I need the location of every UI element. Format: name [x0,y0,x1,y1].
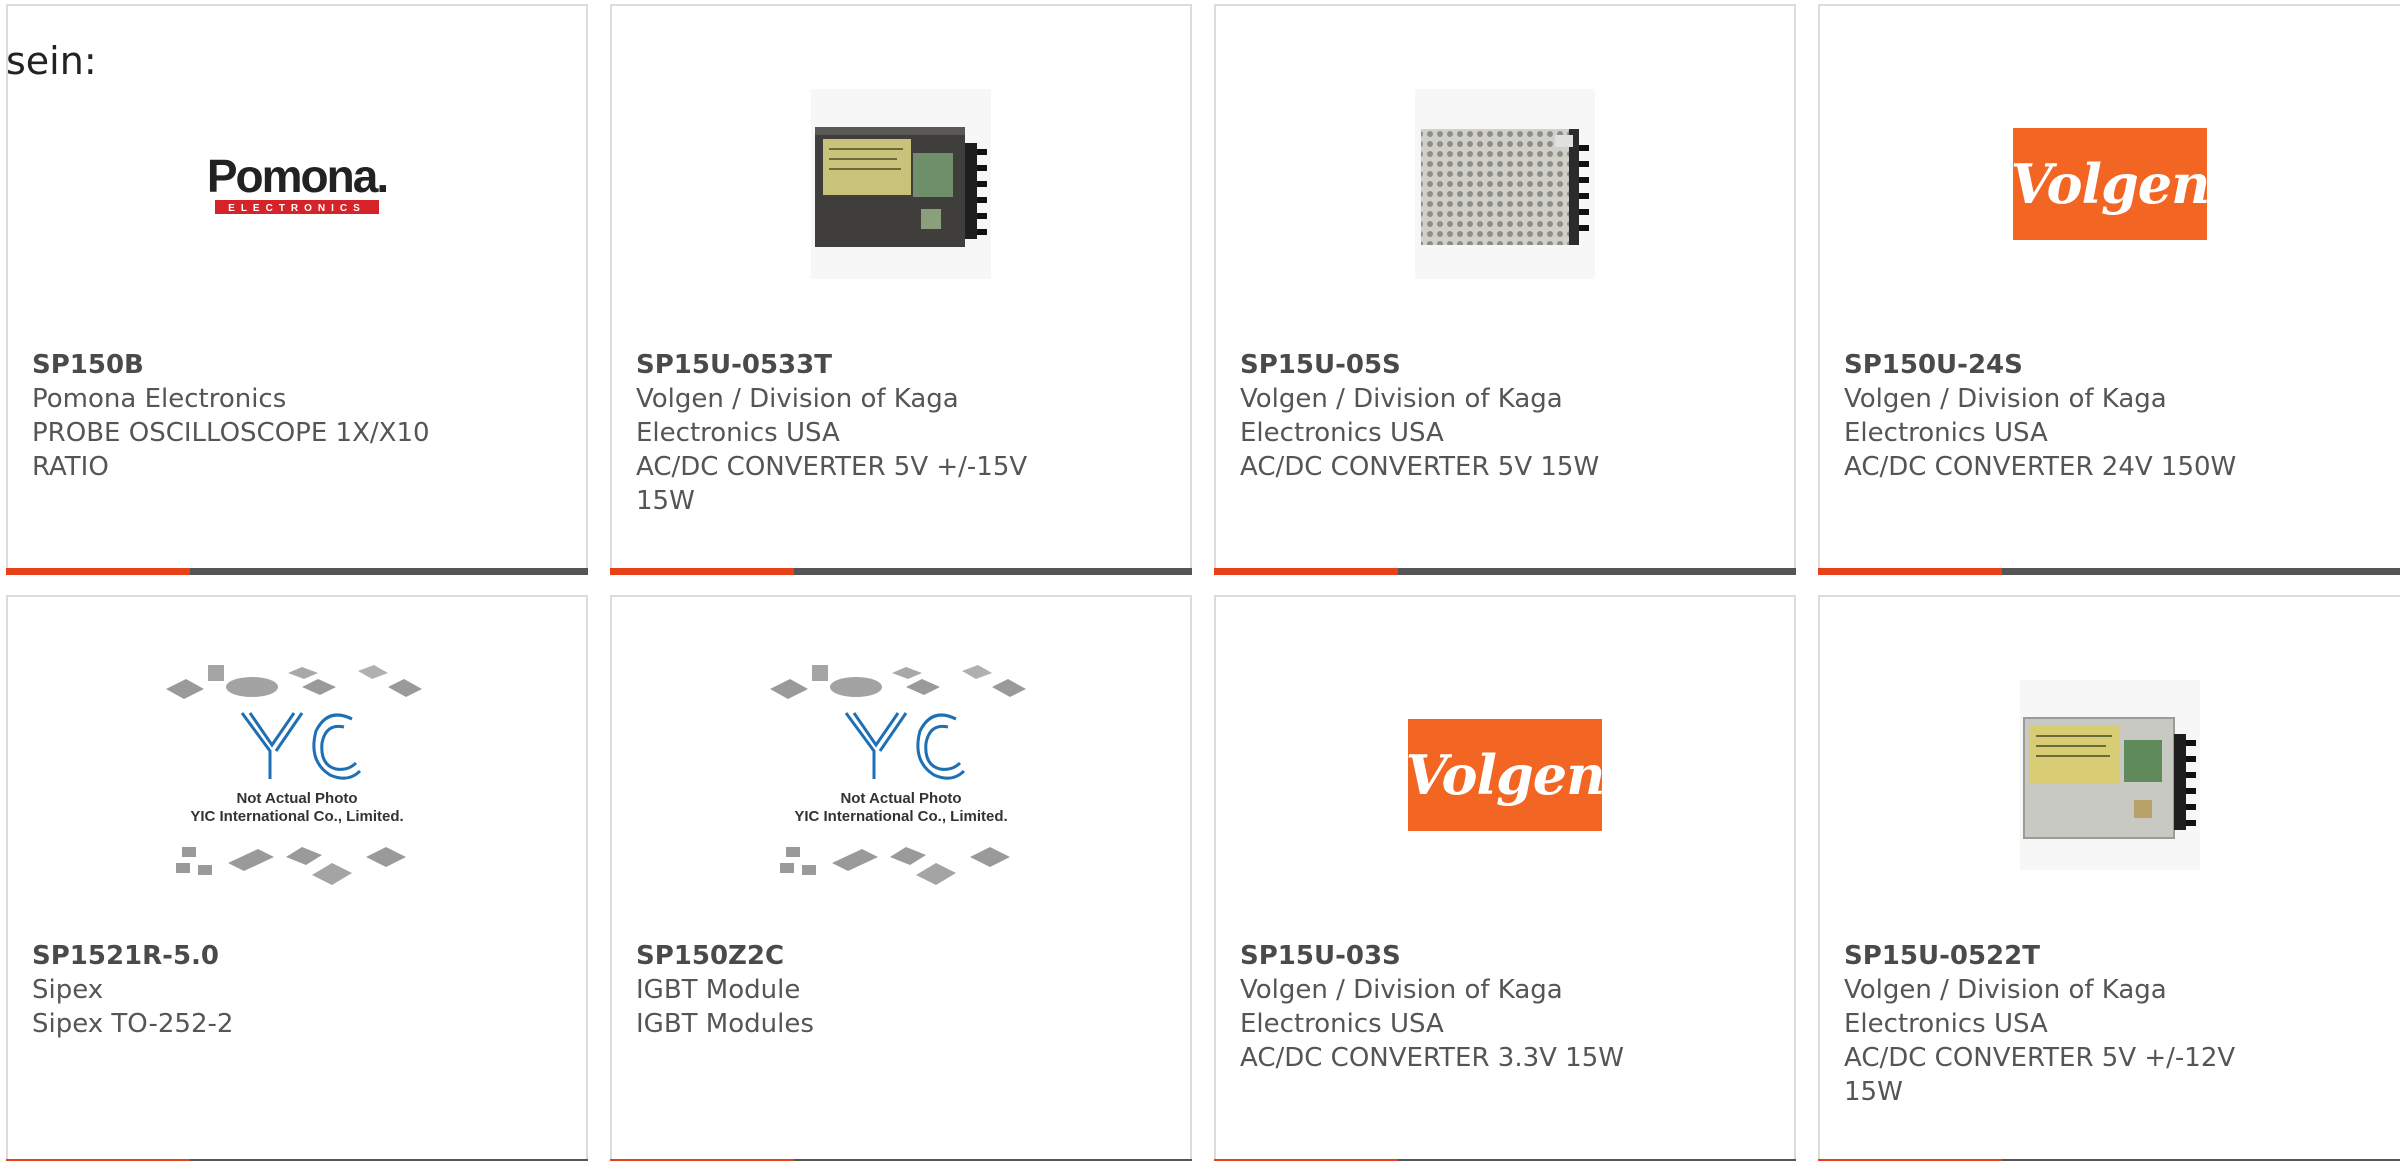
yic-placeholder-icon: Not Actual Photo YIC International Co., … [770,665,1026,885]
product-thumbnail [612,62,1190,306]
product-card-sp150b[interactable]: Pomona. ELECTRONICS SP150B Pomona Electr… [6,4,588,575]
svg-text:YIC International Co., Limited: YIC International Co., Limited. [794,808,1007,825]
product-card-sp15u-0533t[interactable]: SP15U-0533T Volgen / Division of Kaga El… [610,4,1192,575]
product-card-sp15u-05s[interactable]: SP15U-05S Volgen / Division of Kaga Elec… [1214,4,1796,575]
manufacturer: Volgen / Division of Kaga Electronics US… [1844,975,2167,1039]
product-info: SP15U-0522T Volgen / Division of Kaga El… [1844,939,2274,1109]
description: AC/DC CONVERTER 24V 150W [1844,452,2237,482]
card-bottom-bar [1214,568,1796,575]
description: AC/DC CONVERTER 5V +/-12V 15W [1844,1043,2236,1107]
svg-text:ELECTRONICS: ELECTRONICS [228,203,366,214]
part-number[interactable]: SP15U-0522T [1844,939,2274,973]
description: PROBE OSCILLOSCOPE 1X/X10 RATIO [32,418,430,482]
product-thumbnail [1820,653,2400,897]
product-info: SP15U-0533T Volgen / Division of Kaga El… [636,348,1066,518]
description: AC/DC CONVERTER 5V 15W [1240,452,1600,482]
part-number[interactable]: SP1521R-5.0 [32,939,462,973]
svg-text:Pomona.: Pomona. [207,150,387,202]
part-number[interactable]: SP15U-05S [1240,348,1670,382]
product-info: SP1521R-5.0 Sipex Sipex TO-252-2 [32,939,462,1041]
manufacturer: Pomona Electronics [32,384,287,414]
product-card-sp150u-24s[interactable]: Volgen SP150U-24S Volgen / Division of K… [1818,4,2400,575]
product-thumbnail: Volgen [1216,653,1794,897]
svg-text:Not Actual Photo: Not Actual Photo [236,790,357,807]
card-bottom-bar [1818,568,2400,575]
product-info: SP15U-05S Volgen / Division of Kaga Elec… [1240,348,1670,484]
manufacturer: Volgen / Division of Kaga Electronics US… [1240,384,1563,448]
power-supply-photo-icon [811,89,991,279]
volgen-logo-icon: Volgen [2011,128,2210,240]
description: AC/DC CONVERTER 5V +/-15V 15W [636,452,1028,516]
part-number[interactable]: SP15U-03S [1240,939,1670,973]
manufacturer: Sipex [32,975,104,1005]
power-supply-photo-icon [1415,89,1595,279]
manufacturer: Volgen / Division of Kaga Electronics US… [1844,384,2167,448]
manufacturer: IGBT Module [636,975,801,1005]
product-grid-page: sein: Pomona. ELECTRONICS SP150B Pomona … [0,0,2400,1161]
product-card-sp15u-0522t[interactable]: SP15U-0522T Volgen / Division of Kaga El… [1818,595,2400,1161]
power-supply-photo-icon [2020,680,2200,870]
part-number[interactable]: SP150B [32,348,462,382]
product-thumbnail: Not Actual Photo YIC International Co., … [8,653,586,897]
product-thumbnail: Volgen [1820,62,2400,306]
part-number[interactable]: SP150U-24S [1844,348,2274,382]
header-fragment-text: sein: [6,39,97,83]
product-info: SP150B Pomona Electronics PROBE OSCILLOS… [32,348,462,484]
description: IGBT Modules [636,1009,814,1039]
description: AC/DC CONVERTER 3.3V 15W [1240,1043,1624,1073]
product-info: SP15U-03S Volgen / Division of Kaga Elec… [1240,939,1670,1075]
volgen-logo-icon: Volgen [1406,719,1605,831]
part-number[interactable]: SP150Z2C [636,939,1066,973]
yic-placeholder-icon: Not Actual Photo YIC International Co., … [166,665,422,885]
product-card-sp15u-03s[interactable]: Volgen SP15U-03S Volgen / Division of Ka… [1214,595,1796,1161]
card-bottom-bar [6,568,588,575]
product-info: SP150U-24S Volgen / Division of Kaga Ele… [1844,348,2274,484]
description: Sipex TO-252-2 [32,1009,234,1039]
manufacturer: Volgen / Division of Kaga Electronics US… [1240,975,1563,1039]
product-thumbnail: Pomona. ELECTRONICS [8,62,586,306]
product-card-sp150z2c[interactable]: Not Actual Photo YIC International Co., … [610,595,1192,1161]
svg-text:YIC International Co., Limited: YIC International Co., Limited. [190,808,403,825]
product-info: SP150Z2C IGBT Module IGBT Modules [636,939,1066,1041]
product-thumbnail: Not Actual Photo YIC International Co., … [612,653,1190,897]
card-bottom-bar [610,568,1192,575]
part-number[interactable]: SP15U-0533T [636,348,1066,382]
product-card-sp1521r-5-0[interactable]: Not Actual Photo YIC International Co., … [6,595,588,1161]
pomona-logo-icon: Pomona. ELECTRONICS [207,150,389,214]
product-thumbnail [1216,62,1794,306]
manufacturer: Volgen / Division of Kaga Electronics US… [636,384,959,448]
svg-text:Not Actual Photo: Not Actual Photo [840,790,961,807]
